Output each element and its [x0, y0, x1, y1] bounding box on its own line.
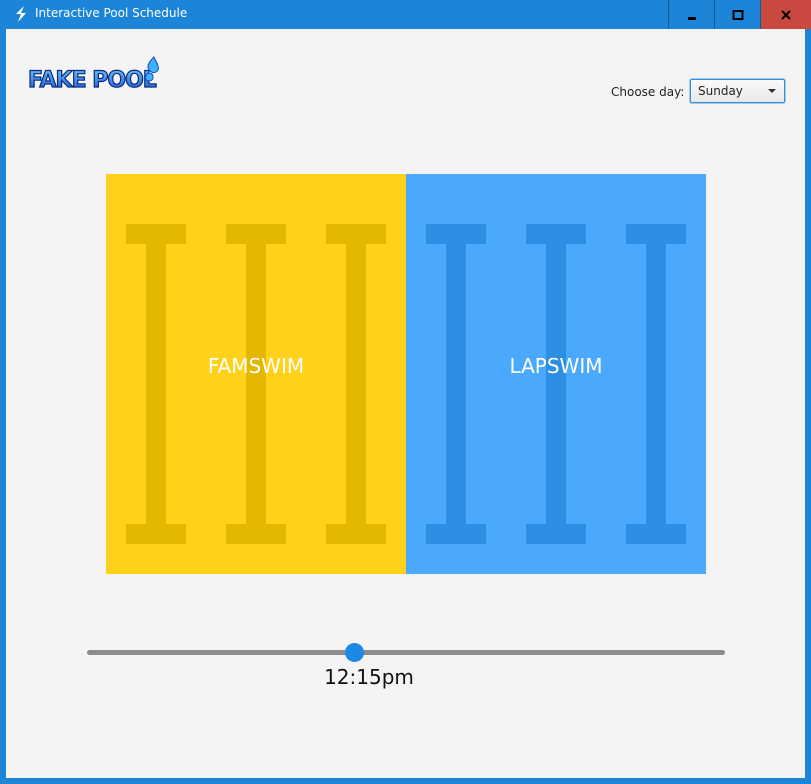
title-bar[interactable]: Interactive Pool Schedule — [0, 0, 811, 29]
maximize-button[interactable] — [714, 0, 760, 29]
chevron-down-icon — [768, 89, 776, 93]
zone-label-famswim: FAMSWIM — [207, 354, 305, 378]
zone-label-lapswim: LAPSWIM — [509, 354, 603, 378]
fake-pool-logo: FAKE POOL — [27, 56, 159, 93]
pool-zone-famswim[interactable]: FAMSWIM — [106, 174, 406, 574]
choose-day-label: Choose day: — [611, 85, 685, 99]
time-value-label: 12:15pm — [324, 665, 414, 689]
close-button[interactable] — [760, 0, 811, 29]
pool-zone-lapswim[interactable]: LAPSWIM — [406, 174, 706, 574]
minimize-icon — [687, 16, 696, 20]
app-window: Interactive Pool Schedule FAKE POOL Choo… — [0, 0, 811, 784]
maximize-icon — [732, 9, 743, 20]
minimize-button[interactable] — [668, 0, 714, 29]
main-panel: FAKE POOL Choose day: Sunday FAMSWIM LAP… — [6, 29, 805, 778]
logo-text: FAKE POOL — [28, 68, 157, 93]
time-slider-thumb[interactable] — [345, 643, 365, 662]
pool-map: FAMSWIM LAPSWIM — [106, 174, 706, 574]
day-select[interactable]: Sunday — [690, 79, 785, 103]
time-slider-track[interactable] — [87, 650, 725, 655]
app-icon — [16, 6, 26, 22]
close-icon — [781, 9, 791, 20]
day-select-value: Sunday — [698, 84, 743, 98]
window-title: Interactive Pool Schedule — [35, 6, 188, 20]
